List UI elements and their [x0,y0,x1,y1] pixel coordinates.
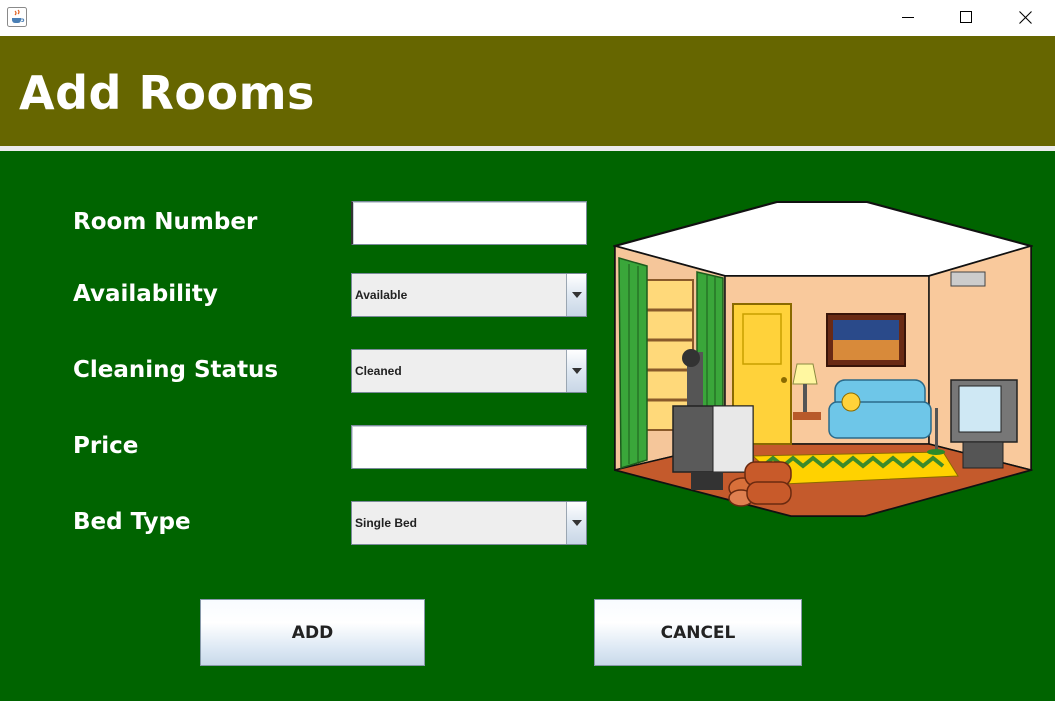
bed-type-value: Single Bed [355,516,418,530]
add-button[interactable]: ADD [200,599,425,666]
availability-label: Availability [73,281,218,307]
maximize-icon [960,11,972,23]
chevron-down-icon [571,368,582,374]
minimize-button[interactable] [879,0,937,34]
cleaning-status-value: Cleaned [355,364,402,378]
price-input[interactable] [351,425,587,469]
window-titlebar [0,0,1055,36]
page-title: Add Rooms [19,66,315,120]
cleaning-status-dropdown-button[interactable] [566,350,586,392]
bed-type-label: Bed Type [73,509,191,535]
close-button[interactable] [996,0,1054,34]
close-icon [1018,10,1032,24]
bed-type-dropdown-button[interactable] [566,502,586,544]
maximize-button[interactable] [937,0,995,34]
bed-type-select[interactable]: Single Bed [351,501,587,545]
room-number-input[interactable] [351,201,587,245]
header-banner: Add Rooms [0,36,1055,146]
chevron-down-icon [571,520,582,526]
room-number-label: Room Number [73,209,258,235]
availability-value: Available [355,288,408,302]
chevron-down-icon [571,292,582,298]
price-label: Price [73,433,139,459]
availability-dropdown-button[interactable] [566,274,586,316]
cleaning-status-label: Cleaning Status [73,357,279,383]
availability-select[interactable]: Available [351,273,587,317]
room-illustration [613,201,1033,517]
java-cup-icon [7,7,27,27]
cancel-button[interactable]: CANCEL [594,599,802,666]
form-panel: Room Number Availability Available Clean… [0,151,1055,701]
cleaning-status-select[interactable]: Cleaned [351,349,587,393]
minimize-icon [902,17,914,18]
